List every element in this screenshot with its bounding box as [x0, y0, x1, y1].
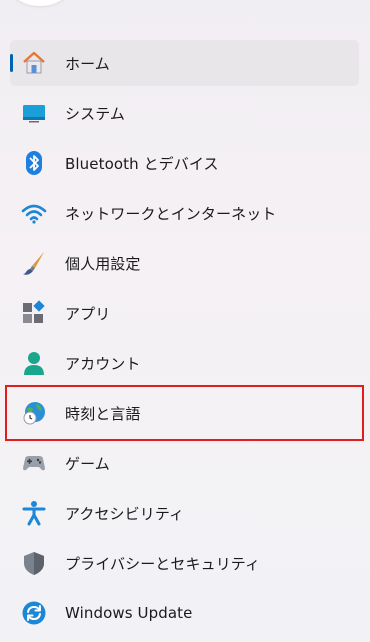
home-icon	[21, 50, 47, 76]
nav-item-label: Windows Update	[65, 604, 193, 622]
nav-item-windows-update[interactable]: Windows Update	[10, 590, 359, 636]
accessibility-icon	[21, 500, 47, 526]
nav-item-label: ゲーム	[65, 454, 110, 473]
nav-item-label: プライバシーとセキュリティ	[65, 554, 261, 573]
bluetooth-icon	[21, 150, 47, 176]
wifi-icon	[21, 200, 47, 226]
nav-item-privacy-security[interactable]: プライバシーとセキュリティ	[10, 540, 359, 586]
avatar[interactable]	[0, 0, 80, 6]
nav-item-label: Bluetooth とデバイス	[65, 154, 219, 173]
gamepad-icon	[21, 450, 47, 476]
nav-item-label: アプリ	[65, 304, 111, 323]
nav-item-accessibility[interactable]: アクセシビリティ	[10, 490, 359, 536]
nav-item-personalization[interactable]: 個人用設定	[10, 240, 359, 286]
settings-nav: ホーム システム Bluetooth とデバイス ネットワークとインターネット …	[10, 40, 359, 640]
nav-item-label: アカウント	[65, 354, 141, 373]
nav-item-network[interactable]: ネットワークとインターネット	[10, 190, 359, 236]
selection-indicator	[10, 54, 13, 72]
nav-item-label: ホーム	[65, 54, 110, 73]
nav-item-bluetooth[interactable]: Bluetooth とデバイス	[10, 140, 359, 186]
nav-item-label: アクセシビリティ	[65, 504, 185, 523]
nav-item-apps[interactable]: アプリ	[10, 290, 359, 336]
nav-item-accounts[interactable]: アカウント	[10, 340, 359, 386]
nav-item-gaming[interactable]: ゲーム	[10, 440, 359, 486]
highlight-box	[5, 385, 364, 441]
update-icon	[21, 600, 47, 626]
person-icon	[21, 350, 47, 376]
nav-item-home[interactable]: ホーム	[10, 40, 359, 86]
apps-icon	[21, 300, 47, 326]
shield-icon	[21, 550, 47, 576]
nav-item-label: ネットワークとインターネット	[65, 204, 277, 223]
nav-item-system[interactable]: システム	[10, 90, 359, 136]
paintbrush-icon	[21, 250, 47, 276]
nav-item-label: システム	[65, 104, 125, 123]
nav-item-label: 個人用設定	[65, 254, 141, 273]
system-display-icon	[21, 100, 47, 126]
